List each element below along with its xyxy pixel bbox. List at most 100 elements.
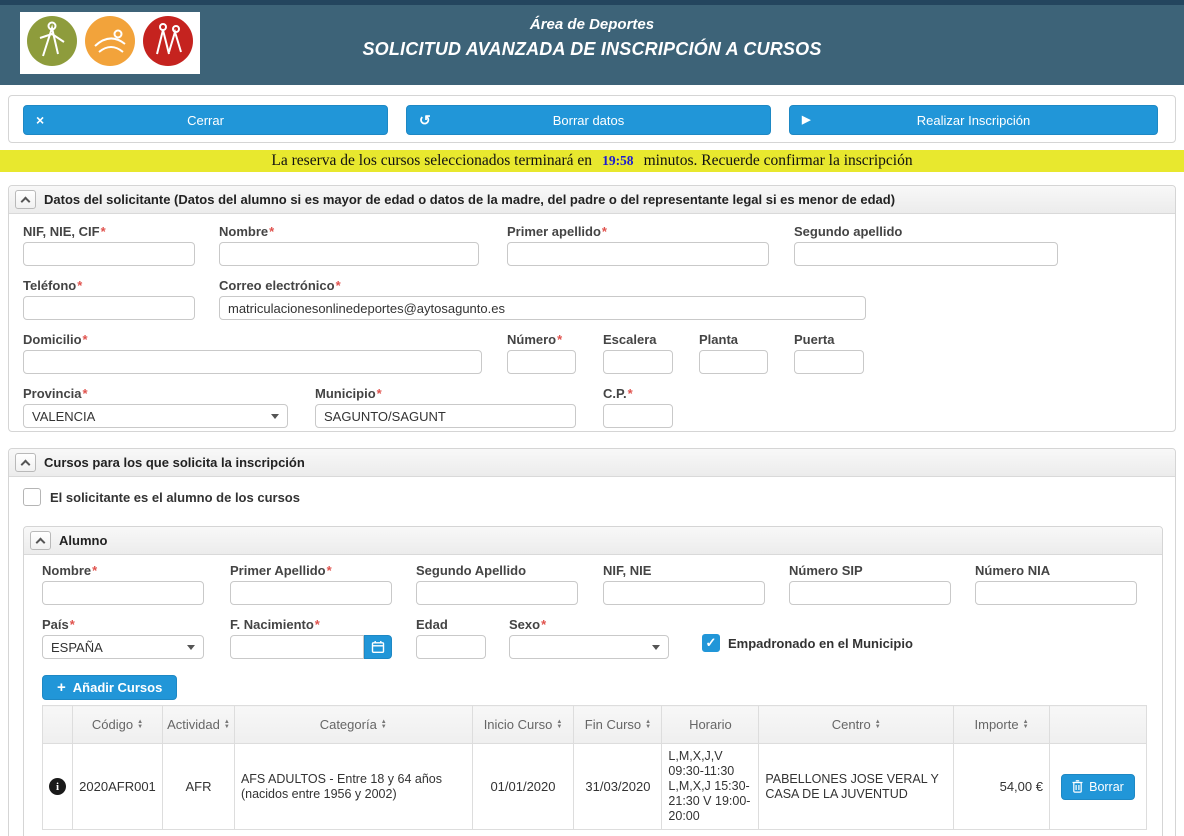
nif-label: NIF, NIE, CIF [23,224,195,240]
submit-registration-button[interactable]: ▶ Realizar Inscripción [789,105,1158,135]
segundo-apellido-input[interactable] [794,242,1058,266]
pais-label: País [42,617,204,633]
col-fin-curso[interactable]: Fin Curso▲▼ [574,706,662,744]
play-icon: ▶ [802,115,810,126]
courses-table: Código▲▼ Actividad▲▼ Categoría▲▼ Inicio … [42,705,1147,830]
col-info [43,706,73,744]
alumno-segundo-apellido-input[interactable] [416,581,578,605]
courses-section-header: Cursos para los que solicita la inscripc… [9,449,1175,477]
table-header-row: Código▲▼ Actividad▲▼ Categoría▲▼ Inicio … [43,706,1147,744]
alumno-nif-input[interactable] [603,581,765,605]
alumno-primer-apellido-input[interactable] [230,581,392,605]
course-centro: PABELLONES JOSE VERAL Y CASA DE LA JUVEN… [759,744,954,830]
course-importe: 54,00 € [954,744,1050,830]
planta-label: Planta [699,332,768,348]
datepicker-button[interactable] [364,635,392,659]
reservation-timer-banner: La reserva de los cursos seleccionados t… [0,150,1184,172]
telefono-input[interactable] [23,296,195,320]
pais-select[interactable]: ESPAÑA [42,635,204,659]
clear-data-button[interactable]: ↺ Borrar datos [406,105,771,135]
puerta-label: Puerta [794,332,864,348]
close-icon: × [36,113,44,127]
pais-value: ESPAÑA [51,640,103,655]
cp-input[interactable] [603,404,673,428]
trash-icon [1072,780,1083,793]
alumno-primer-apellido-label: Primer Apellido [230,563,392,579]
sexo-select[interactable] [509,635,669,659]
delete-course-button-label: Borrar [1089,780,1124,794]
sexo-label: Sexo [509,617,669,633]
col-importe[interactable]: Importe▲▼ [954,706,1050,744]
course-categoria: AFS ADULTOS - Entre 18 y 64 años (nacido… [234,744,472,830]
edad-input[interactable] [416,635,486,659]
col-actividad[interactable]: Actividad▲▼ [162,706,234,744]
domicilio-label: Domicilio [23,332,482,348]
delete-course-button[interactable]: Borrar [1061,774,1135,800]
sort-icon: ▲▼ [224,720,230,730]
provincia-value: VALENCIA [32,409,95,424]
numero-input[interactable] [507,350,576,374]
primer-apellido-label: Primer apellido [507,224,769,240]
numero-nia-input[interactable] [975,581,1137,605]
sort-icon: ▲▼ [137,720,143,730]
numero-sip-label: Número SIP [789,563,951,579]
collapse-applicant-button[interactable] [15,190,36,209]
sort-icon: ▲▼ [645,720,651,730]
add-courses-button[interactable]: + Añadir Cursos [42,675,177,700]
sort-icon: ▲▼ [556,720,562,730]
reservation-text-before: La reserva de los cursos seleccionados t… [271,152,592,170]
alumno-segundo-apellido-label: Segundo Apellido [416,563,578,579]
escalera-input[interactable] [603,350,673,374]
app-header: Área de Deportes SOLICITUD AVANZADA DE I… [0,0,1184,85]
alumno-section-title: Alumno [59,533,107,548]
chevron-down-icon [652,645,660,650]
courses-section: Cursos para los que solicita la inscripc… [8,448,1176,836]
applicant-section-title: Datos del solicitante (Datos del alumno … [44,192,895,207]
municipio-input[interactable] [315,404,576,428]
f-nacimiento-input[interactable] [230,635,364,659]
planta-input[interactable] [699,350,768,374]
registration-page: Área de Deportes SOLICITUD AVANZADA DE I… [0,0,1184,836]
alumno-nombre-label: Nombre [42,563,204,579]
numero-sip-input[interactable] [789,581,951,605]
applicant-section-header: Datos del solicitante (Datos del alumno … [9,186,1175,214]
provincia-select[interactable]: VALENCIA [23,404,288,428]
applicant-is-student-checkbox[interactable] [23,488,41,506]
course-horario: L,M,X,J,V 09:30-11:30 L,M,X,J 15:30-21:3… [662,744,759,830]
applicant-is-student-label: El solicitante es el alumno de los curso… [50,490,300,505]
courses-section-title: Cursos para los que solicita la inscripc… [44,455,305,470]
info-icon[interactable]: i [49,778,66,795]
col-codigo[interactable]: Código▲▼ [73,706,163,744]
sort-icon: ▲▼ [1023,720,1029,730]
sort-icon: ▲▼ [875,720,881,730]
col-categoria[interactable]: Categoría▲▼ [234,706,472,744]
add-icon: + [57,680,66,695]
course-codigo: 2020AFR001 [73,744,163,830]
primer-apellido-input[interactable] [507,242,769,266]
col-actions [1049,706,1146,744]
course-actividad: AFR [162,744,234,830]
close-button[interactable]: × Cerrar [23,105,388,135]
correo-input[interactable] [219,296,866,320]
puerta-input[interactable] [794,350,864,374]
alumno-section-header: Alumno [24,527,1162,555]
collapse-courses-button[interactable] [15,453,36,472]
alumno-nombre-input[interactable] [42,581,204,605]
col-inicio-curso[interactable]: Inicio Curso▲▼ [472,706,574,744]
clear-data-button-label: Borrar datos [553,113,625,128]
domicilio-input[interactable] [23,350,482,374]
chevron-up-icon [21,196,31,206]
collapse-alumno-button[interactable] [30,531,51,550]
col-centro[interactable]: Centro▲▼ [759,706,954,744]
nif-input[interactable] [23,242,195,266]
empadronado-checkbox[interactable]: ✓ [702,634,720,652]
alumno-section: Alumno Nombre Primer Apellido Segundo Ap… [23,526,1163,836]
nombre-input[interactable] [219,242,479,266]
edad-label: Edad [416,617,486,633]
close-button-label: Cerrar [187,113,224,128]
empadronado-label: Empadronado en el Municipio [728,636,913,651]
alumno-nif-label: NIF, NIE [603,563,765,579]
f-nacimiento-label: F. Nacimiento [230,617,392,633]
submit-registration-button-label: Realizar Inscripción [917,113,1030,128]
course-fin: 31/03/2020 [574,744,662,830]
